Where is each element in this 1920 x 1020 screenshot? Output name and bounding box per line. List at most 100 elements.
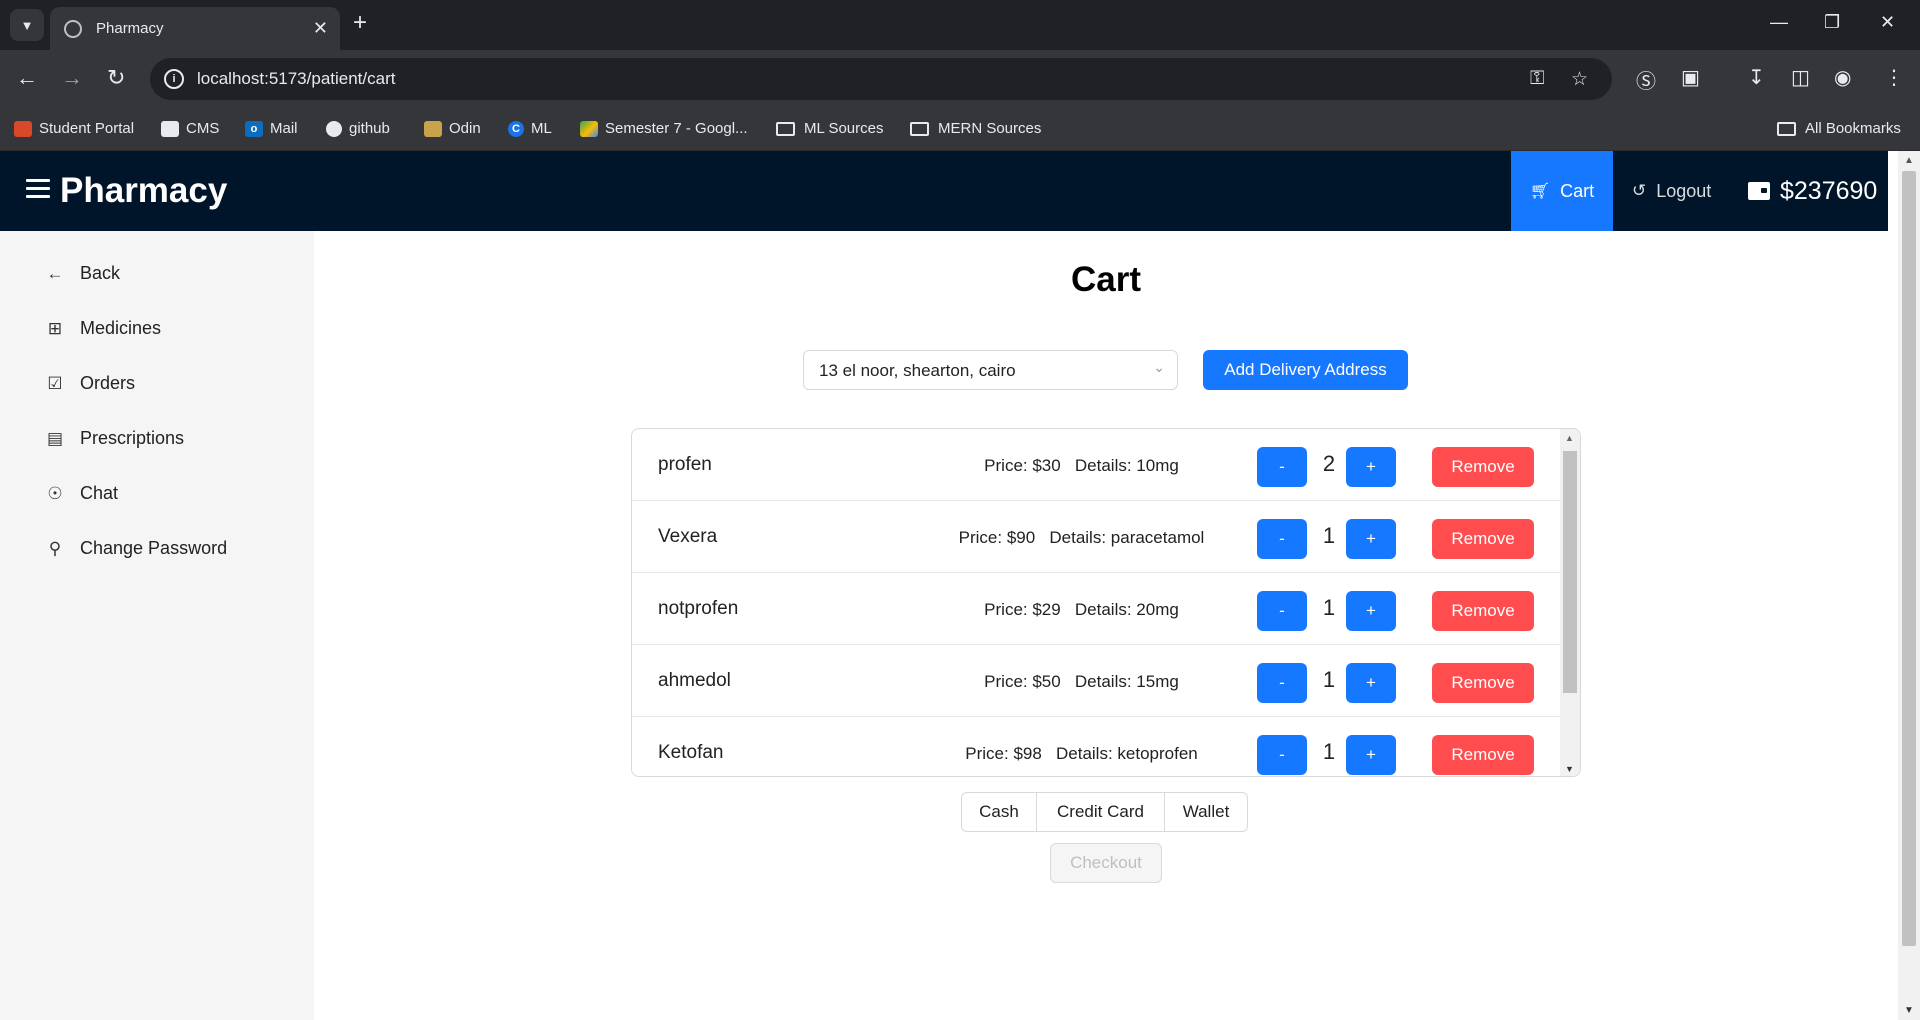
remove-item-button[interactable]: Remove: [1432, 519, 1534, 559]
chat-icon: ☉: [47, 483, 63, 503]
remove-item-button[interactable]: Remove: [1432, 663, 1534, 703]
bookmark-semester-7[interactable]: Semester 7 - Googl...: [580, 120, 748, 137]
sidebar-item-label: Prescriptions: [80, 428, 185, 448]
close-tab-icon[interactable]: ✕: [313, 18, 328, 39]
hamburger-menu-icon[interactable]: [26, 179, 50, 199]
add-delivery-address-button[interactable]: Add Delivery Address: [1203, 350, 1408, 390]
wallet-amount: $237690: [1780, 176, 1878, 205]
item-price: Price: $90: [958, 528, 1036, 547]
prescription-icon: ▤: [46, 428, 64, 448]
decrease-qty-button[interactable]: -: [1257, 663, 1307, 703]
new-tab-button[interactable]: +: [353, 11, 367, 35]
sidebar-item-chat[interactable]: ☉ Chat: [46, 483, 118, 504]
cart-list[interactable]: profen Price: $30 Details: 10mg - 2 + Re…: [631, 428, 1581, 777]
bookmark-mail[interactable]: o Mail: [245, 120, 298, 137]
bookmark-ml[interactable]: C ML: [508, 120, 552, 137]
extension-w-icon[interactable]: Ⓢ: [1636, 65, 1656, 94]
student-portal-icon: [14, 120, 32, 137]
bookmark-star-icon[interactable]: ☆: [1571, 68, 1588, 91]
decrease-qty-button[interactable]: -: [1257, 735, 1307, 775]
payment-wallet-button[interactable]: Wallet: [1164, 792, 1248, 832]
scroll-down-arrow-icon[interactable]: ▼: [1904, 1005, 1914, 1016]
wallet-icon: [1748, 182, 1770, 200]
scroll-down-arrow-icon[interactable]: ▼: [1565, 764, 1574, 774]
bookmark-odin[interactable]: Odin: [424, 120, 481, 137]
folder-icon: [910, 121, 929, 136]
all-bookmarks-label: All Bookmarks: [1805, 120, 1901, 137]
remove-item-button[interactable]: Remove: [1432, 591, 1534, 631]
item-meta: Price: $98 Details: ketoprofen: [632, 744, 1561, 764]
delivery-address-select[interactable]: 13 el noor, shearton, cairo ⌄: [803, 350, 1178, 390]
logout-button[interactable]: ↺ Logout: [1632, 151, 1711, 231]
more-menu-icon[interactable]: ⋮: [1884, 65, 1904, 90]
side-panel-icon[interactable]: ◫: [1791, 65, 1810, 90]
header-cart-button[interactable]: 🛒︎ Cart: [1511, 151, 1613, 231]
remove-item-button[interactable]: Remove: [1432, 735, 1534, 775]
cart-scrollbar[interactable]: ▲ ▼: [1560, 429, 1580, 776]
restore-button[interactable]: ❐: [1824, 12, 1840, 33]
bookmark-mern-sources[interactable]: MERN Sources: [910, 120, 1041, 137]
site-info-icon[interactable]: i: [164, 69, 184, 89]
tab-search-button[interactable]: ▼: [10, 9, 44, 41]
sidebar-item-change-password[interactable]: ⚲ Change Password: [46, 538, 227, 559]
back-nav-icon[interactable]: ←: [16, 65, 38, 91]
item-meta: Price: $29 Details: 20mg: [632, 600, 1561, 620]
close-window-button[interactable]: ✕: [1880, 12, 1895, 33]
checkout-button[interactable]: Checkout: [1050, 843, 1162, 883]
forward-nav-icon[interactable]: →: [61, 65, 83, 91]
address-bar[interactable]: i localhost:5173/patient/cart ⚿ ☆: [150, 58, 1612, 100]
increase-qty-button[interactable]: +: [1346, 663, 1396, 703]
decrease-qty-button[interactable]: -: [1257, 591, 1307, 631]
reload-icon[interactable]: ↻: [107, 65, 125, 91]
item-details: Details: paracetamol: [1049, 528, 1205, 547]
item-details: Details: 20mg: [1074, 600, 1179, 619]
brand-title: Pharmacy: [60, 171, 228, 210]
sidebar-item-label: Medicines: [80, 318, 162, 338]
profile-avatar-icon[interactable]: ◉: [1834, 65, 1851, 90]
url-text[interactable]: localhost:5173/patient/cart: [197, 69, 395, 89]
chevron-down-icon: ▼: [20, 17, 34, 33]
item-quantity: 1: [1322, 667, 1336, 692]
remove-item-button[interactable]: Remove: [1432, 447, 1534, 487]
download-icon[interactable]: ↧: [1748, 65, 1765, 90]
sidebar-item-prescriptions[interactable]: ▤ Prescriptions: [46, 428, 184, 449]
browser-tab[interactable]: Pharmacy ✕: [50, 7, 340, 50]
tab-title: Pharmacy: [96, 20, 164, 37]
bookmark-label: Semester 7 - Googl...: [605, 120, 748, 137]
bookmark-cms[interactable]: CMS: [161, 120, 219, 137]
bookmark-student-portal[interactable]: Student Portal: [14, 120, 134, 137]
odin-icon: [424, 120, 442, 137]
cart-scroll-thumb[interactable]: [1563, 451, 1577, 693]
shopping-bag-icon: ☑: [47, 373, 63, 393]
increase-qty-button[interactable]: +: [1346, 735, 1396, 775]
payment-credit-card-button[interactable]: Credit Card: [1036, 792, 1165, 832]
key-icon: ⚲: [48, 538, 62, 558]
password-key-icon[interactable]: ⚿: [1530, 68, 1544, 90]
increase-qty-button[interactable]: +: [1346, 519, 1396, 559]
all-bookmarks[interactable]: All Bookmarks: [1777, 120, 1901, 137]
increase-qty-button[interactable]: +: [1346, 447, 1396, 487]
item-meta: Price: $90 Details: paracetamol: [632, 528, 1561, 548]
arrow-left-icon: ←: [46, 263, 64, 283]
decrease-qty-button[interactable]: -: [1257, 447, 1307, 487]
bookmark-ml-sources[interactable]: ML Sources: [776, 120, 883, 137]
page-scroll-thumb[interactable]: [1902, 171, 1916, 946]
extensions-puzzle-icon[interactable]: ▣: [1681, 65, 1700, 90]
bookmark-github[interactable]: github: [326, 120, 390, 137]
google-drive-icon: [580, 120, 598, 137]
scroll-up-arrow-icon[interactable]: ▲: [1904, 155, 1914, 166]
sidebar-item-back[interactable]: ← Back: [46, 263, 121, 284]
increase-qty-button[interactable]: +: [1346, 591, 1396, 631]
browser-toolbar: ← → ↻ i localhost:5173/patient/cart ⚿ ☆ …: [0, 50, 1920, 108]
sidebar-item-medicines[interactable]: ⊞ Medicines: [46, 318, 161, 339]
browser-tabstrip: ▼ Pharmacy ✕ + — ❐ ✕: [0, 0, 1920, 50]
scroll-up-arrow-icon[interactable]: ▲: [1565, 433, 1574, 443]
page-scrollbar[interactable]: ▲ ▼: [1898, 151, 1920, 1020]
bookmark-label: Odin: [449, 120, 481, 137]
folder-icon: [1777, 121, 1796, 136]
decrease-qty-button[interactable]: -: [1257, 519, 1307, 559]
minimize-button[interactable]: —: [1770, 12, 1788, 33]
app-header: Pharmacy 🛒︎ Cart ↺ Logout $237690: [0, 151, 1888, 231]
payment-cash-button[interactable]: Cash: [961, 792, 1037, 832]
sidebar-item-orders[interactable]: ☑ Orders: [46, 373, 135, 394]
